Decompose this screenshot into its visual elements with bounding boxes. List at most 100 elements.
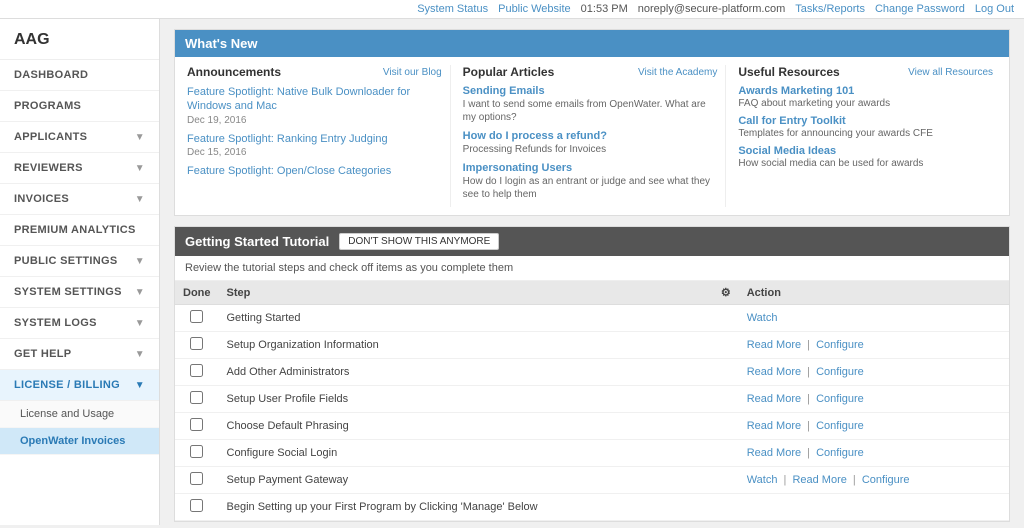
table-row: Setup User Profile FieldsRead More | Con…	[175, 386, 1009, 413]
sidebar-item-get-help[interactable]: Get Help ▼	[0, 339, 159, 370]
step-checkbox[interactable]	[190, 391, 203, 404]
action-separator: |	[850, 474, 859, 486]
sidebar-item-programs[interactable]: Programs	[0, 91, 159, 122]
sidebar-item-system-logs[interactable]: System Logs ▼	[0, 308, 159, 339]
system-status-link[interactable]: System Status	[417, 3, 488, 15]
action-separator: |	[804, 420, 813, 432]
step-checkbox[interactable]	[190, 310, 203, 323]
action-link[interactable]: Watch	[747, 312, 778, 324]
sidebar-item-label: Programs	[14, 100, 81, 112]
sidebar-item-label: Dashboard	[14, 69, 88, 81]
announcement-title-3[interactable]: Feature Spotlight: Open/Close Categories	[187, 164, 442, 178]
sidebar-item-label: Public Settings	[14, 255, 118, 267]
sidebar-item-label: Reviewers	[14, 162, 83, 174]
whats-new-body: Announcements Visit our Blog Feature Spo…	[175, 57, 1009, 215]
step-checkbox[interactable]	[190, 445, 203, 458]
sidebar-item-invoices[interactable]: Invoices ▼	[0, 184, 159, 215]
resource-desc-2: Templates for announcing your awards CFE	[738, 128, 993, 139]
view-all-resources-link[interactable]: View all Resources	[908, 67, 993, 78]
resource-title-2[interactable]: Call for Entry Toolkit	[738, 115, 993, 127]
chevron-down-icon: ▼	[135, 163, 145, 174]
step-checkbox[interactable]	[190, 364, 203, 377]
step-empty	[713, 467, 739, 494]
action-link[interactable]: Read More	[747, 393, 801, 405]
action-link[interactable]: Read More	[747, 366, 801, 378]
sidebar-item-dashboard[interactable]: Dashboard	[0, 60, 159, 91]
action-link[interactable]: Watch	[747, 474, 778, 486]
step-checkbox[interactable]	[190, 499, 203, 512]
resource-title-1[interactable]: Awards Marketing 101	[738, 85, 993, 97]
step-empty	[713, 494, 739, 521]
sidebar-item-license-billing[interactable]: License / Billing ▼	[0, 370, 159, 401]
announcement-title-1[interactable]: Feature Spotlight: Native Bulk Downloade…	[187, 85, 442, 114]
visit-blog-link[interactable]: Visit our Blog	[383, 67, 442, 78]
step-checkbox[interactable]	[190, 418, 203, 431]
article-title-2[interactable]: How do I process a refund?	[463, 130, 718, 142]
step-action-cell	[739, 494, 1009, 521]
popular-articles-col: Popular Articles Visit the Academy Sendi…	[459, 65, 727, 207]
dont-show-button[interactable]: DON'T SHOW THIS ANYMORE	[339, 233, 499, 250]
step-empty	[713, 440, 739, 467]
action-link[interactable]: Configure	[862, 474, 910, 486]
announcement-date-1: Dec 19, 2016	[187, 115, 442, 126]
sidebar-item-system-settings[interactable]: System Settings ▼	[0, 277, 159, 308]
useful-resources-header: Useful Resources View all Resources	[738, 65, 993, 79]
col-step: Step	[219, 281, 713, 305]
step-action-cell: Watch	[739, 305, 1009, 332]
announcement-date-2: Dec 15, 2016	[187, 147, 442, 158]
step-empty	[713, 386, 739, 413]
log-out-link[interactable]: Log Out	[975, 3, 1014, 15]
sidebar-item-label: Get Help	[14, 348, 71, 360]
announcements-col: Announcements Visit our Blog Feature Spo…	[183, 65, 451, 207]
action-link[interactable]: Configure	[816, 366, 864, 378]
announcement-title-2[interactable]: Feature Spotlight: Ranking Entry Judging	[187, 132, 442, 146]
action-link[interactable]: Read More	[747, 420, 801, 432]
step-label: Choose Default Phrasing	[219, 413, 713, 440]
step-checkbox[interactable]	[190, 472, 203, 485]
article-title-3[interactable]: Impersonating Users	[463, 162, 718, 174]
sidebar-item-premium-analytics[interactable]: Premium Analytics	[0, 215, 159, 246]
action-link[interactable]: Configure	[816, 393, 864, 405]
col-settings-icon: ⚙	[713, 281, 739, 305]
sidebar-item-label: System Settings	[14, 286, 122, 298]
step-checkbox[interactable]	[190, 337, 203, 350]
tutorial-panel: Getting Started Tutorial DON'T SHOW THIS…	[174, 226, 1010, 522]
sidebar-sub-item-license-usage[interactable]: License and Usage	[0, 401, 159, 428]
article-item-1: Sending Emails I want to send some email…	[463, 85, 718, 124]
sidebar-item-public-settings[interactable]: Public Settings ▼	[0, 246, 159, 277]
step-empty	[713, 332, 739, 359]
article-item-2: How do I process a refund? Processing Re…	[463, 130, 718, 156]
step-checkbox-cell	[175, 305, 219, 332]
step-checkbox-cell	[175, 359, 219, 386]
action-link[interactable]: Read More	[747, 447, 801, 459]
sidebar-item-reviewers[interactable]: Reviewers ▼	[0, 153, 159, 184]
article-desc-1: I want to send some emails from OpenWate…	[463, 98, 718, 124]
chevron-down-icon: ▼	[135, 194, 145, 205]
step-action-cell: Read More | Configure	[739, 386, 1009, 413]
sidebar-sub-item-openwater-invoices[interactable]: OpenWater Invoices	[0, 428, 159, 455]
step-checkbox-cell	[175, 494, 219, 521]
resource-item-1: Awards Marketing 101 FAQ about marketing…	[738, 85, 993, 109]
action-link[interactable]: Configure	[816, 447, 864, 459]
visit-academy-link[interactable]: Visit the Academy	[638, 67, 717, 78]
action-link[interactable]: Configure	[816, 420, 864, 432]
announcement-item-1: Feature Spotlight: Native Bulk Downloade…	[187, 85, 442, 126]
tasks-reports-link[interactable]: Tasks/Reports	[795, 3, 865, 15]
action-link[interactable]: Configure	[816, 339, 864, 351]
action-link[interactable]: Read More	[792, 474, 846, 486]
article-desc-3: How do I login as an entrant or judge an…	[463, 175, 718, 201]
step-checkbox-cell	[175, 332, 219, 359]
popular-articles-title: Popular Articles	[463, 65, 555, 79]
table-row: Getting StartedWatch	[175, 305, 1009, 332]
action-link[interactable]: Read More	[747, 339, 801, 351]
main-layout: AAG Dashboard Programs Applicants ▼ Revi…	[0, 19, 1024, 525]
public-website-link[interactable]: Public Website	[498, 3, 571, 15]
change-password-link[interactable]: Change Password	[875, 3, 965, 15]
sidebar-item-applicants[interactable]: Applicants ▼	[0, 122, 159, 153]
article-title-1[interactable]: Sending Emails	[463, 85, 718, 97]
resource-title-3[interactable]: Social Media Ideas	[738, 145, 993, 157]
whats-new-panel: What's New Announcements Visit our Blog …	[174, 29, 1010, 216]
sidebar-item-label: Applicants	[14, 131, 87, 143]
step-empty	[713, 413, 739, 440]
step-empty	[713, 305, 739, 332]
